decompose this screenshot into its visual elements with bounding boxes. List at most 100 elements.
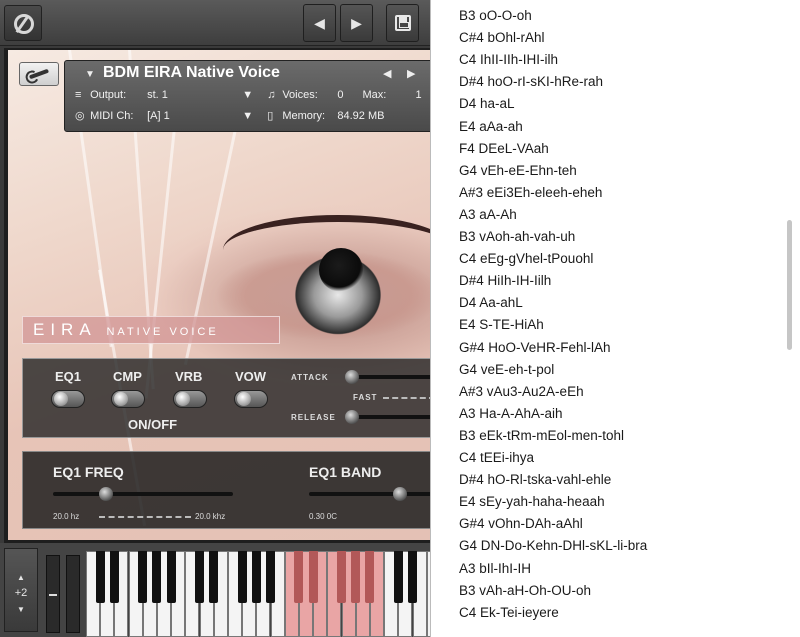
chevron-down-icon[interactable]: ▼ bbox=[85, 69, 95, 80]
midi-label: MIDI Ch: bbox=[90, 110, 134, 122]
menu-item[interactable]: B3 vAoh-ah-vah-uh bbox=[459, 229, 575, 251]
instrument-options-button[interactable] bbox=[19, 62, 59, 86]
piano-black-key[interactable] bbox=[294, 551, 304, 603]
fast-label: FAST bbox=[353, 393, 378, 402]
piano-black-key[interactable] bbox=[308, 551, 318, 603]
save-button[interactable] bbox=[386, 4, 419, 42]
menu-scrollbar[interactable] bbox=[787, 220, 792, 350]
onoff-label: ON/OFF bbox=[128, 417, 178, 432]
max-value[interactable]: 1 bbox=[416, 89, 422, 101]
eq1-freq-min: 20.0 hz bbox=[53, 512, 80, 521]
attack-slider-thumb[interactable] bbox=[345, 370, 359, 384]
eq1-freq-title: EQ1 FREQ bbox=[53, 464, 124, 480]
menu-item[interactable]: D#4 HiIh-IH-Iilh bbox=[459, 273, 551, 295]
piano-black-key[interactable] bbox=[138, 551, 148, 603]
phrase-dropdown-menu[interactable]: B3 oO-O-oh C#4 bOhl-rAhl C4 IhII-IIh-IHI-i… bbox=[430, 0, 800, 637]
output-icon: ≡ bbox=[75, 89, 82, 101]
triangle-right-icon: ▶ bbox=[351, 14, 362, 31]
keyboard-area: ▲ +2 ▼ bbox=[0, 543, 430, 637]
menu-item[interactable]: B3 eEk-tRm-mEol-men-tohl bbox=[459, 428, 624, 450]
menu-item[interactable]: D4 Aa-ahL bbox=[459, 295, 523, 317]
octave-down-icon[interactable]: ▼ bbox=[5, 605, 37, 614]
menu-item[interactable]: B3 oO-O-oh bbox=[459, 8, 532, 30]
piano-black-key[interactable] bbox=[407, 551, 417, 603]
piano-black-key[interactable] bbox=[152, 551, 162, 603]
piano-black-key[interactable] bbox=[351, 551, 361, 603]
midi-value[interactable]: [A] 1 bbox=[147, 110, 239, 122]
piano-black-key[interactable] bbox=[365, 551, 375, 603]
menu-item[interactable]: G#4 vOhn-DAh-aAhl bbox=[459, 516, 583, 538]
menu-item[interactable]: C4 eEg-gVhel-tPouohl bbox=[459, 251, 593, 273]
piano-black-key[interactable] bbox=[95, 551, 105, 603]
instrument-name[interactable]: BDM EIRA Native Voice bbox=[103, 64, 280, 82]
release-slider-thumb[interactable] bbox=[345, 410, 359, 424]
mod-wheel[interactable] bbox=[66, 555, 80, 633]
voices-value: 0 bbox=[337, 89, 344, 101]
eq1-band-slider[interactable] bbox=[309, 492, 435, 496]
menu-item[interactable]: E4 sEy-yah-haha-heaah bbox=[459, 494, 605, 516]
eq1-freq-divider bbox=[99, 516, 191, 518]
menu-item[interactable]: C4 IhII-IIh-IHI-ilh bbox=[459, 52, 558, 74]
piano-black-key[interactable] bbox=[194, 551, 204, 603]
menu-item[interactable]: E4 S-TE-HiAh bbox=[459, 317, 544, 339]
menu-item[interactable]: G#4 HoO-VeHR-Fehl-lAh bbox=[459, 340, 611, 362]
output-value[interactable]: st. 1 bbox=[147, 89, 239, 101]
output-dropdown-icon[interactable]: ▼ bbox=[242, 89, 264, 101]
memory-icon: ▯ bbox=[267, 110, 274, 122]
midi-row: ◎ MIDI Ch: [A] 1 ▼ ▯ Memory: 84.92 MB bbox=[75, 109, 384, 122]
midi-dropdown-icon[interactable]: ▼ bbox=[242, 110, 264, 122]
main-toolbar: ◀ ▶ bbox=[0, 0, 430, 46]
menu-item[interactable]: G4 DN-Do-Kehn-DHl-sKL-li-bra bbox=[459, 538, 647, 560]
menu-item[interactable]: B3 vAh-aH-Oh-OU-oh bbox=[459, 583, 591, 605]
menu-item[interactable]: G4 veE-eh-t-pol bbox=[459, 362, 554, 384]
piano-black-key[interactable] bbox=[251, 551, 261, 603]
cmp-toggle[interactable] bbox=[111, 390, 145, 408]
instrument-prev-icon[interactable]: ◀ bbox=[383, 67, 391, 80]
menu-item[interactable]: E4 aAa-ah bbox=[459, 119, 523, 141]
logo-icon bbox=[14, 14, 34, 34]
menu-item[interactable]: A#3 vAu3-Au2A-eEh bbox=[459, 384, 584, 406]
piano-black-key[interactable] bbox=[336, 551, 346, 603]
next-instrument-button[interactable]: ▶ bbox=[340, 4, 373, 42]
banner-title: EIRA bbox=[33, 320, 96, 339]
octave-shift-control[interactable]: ▲ +2 ▼ bbox=[4, 548, 38, 632]
menu-item[interactable]: C4 tEEi-ihya bbox=[459, 450, 534, 472]
piano-black-key[interactable] bbox=[209, 551, 219, 603]
octave-up-icon[interactable]: ▲ bbox=[5, 573, 37, 582]
output-label: Output: bbox=[90, 89, 127, 101]
menu-item[interactable]: C#4 bOhl-rAhl bbox=[459, 30, 545, 52]
menu-item[interactable]: D4 ha-aL bbox=[459, 96, 515, 118]
output-row: ≡ Output: st. 1 ▼ ♫ Voices: 0 Max: 1 bbox=[75, 89, 422, 101]
menu-item[interactable]: A3 aA-Ah bbox=[459, 207, 517, 229]
eq1-band-title: EQ1 BAND bbox=[309, 464, 382, 480]
kontakt-logo-button[interactable] bbox=[4, 5, 42, 41]
eq1-band-slider-thumb[interactable] bbox=[393, 487, 407, 501]
menu-item[interactable]: A3 bIl-IhI-IH bbox=[459, 561, 531, 583]
menu-item[interactable]: C4 Ek-Tei-ieyere bbox=[459, 605, 559, 627]
pitch-bend-wheel[interactable] bbox=[46, 555, 60, 633]
vrb-toggle[interactable] bbox=[173, 390, 207, 408]
eq1-freq-slider-thumb[interactable] bbox=[99, 487, 113, 501]
piano-black-key[interactable] bbox=[393, 551, 403, 603]
eq1-freq-slider[interactable] bbox=[53, 492, 233, 496]
piano-keyboard[interactable] bbox=[86, 551, 430, 637]
piano-black-key[interactable] bbox=[166, 551, 176, 603]
eq1-band-min: 0.30 0C bbox=[309, 512, 338, 521]
vow-toggle[interactable] bbox=[234, 390, 268, 408]
menu-item[interactable]: A#3 eEi3Eh-eleeh-eheh bbox=[459, 185, 602, 207]
previous-instrument-button[interactable]: ◀ bbox=[303, 4, 336, 42]
piano-black-key[interactable] bbox=[109, 551, 119, 603]
eq1-label: EQ1 bbox=[55, 369, 82, 384]
piano-black-key[interactable] bbox=[265, 551, 275, 603]
piano-black-key[interactable] bbox=[237, 551, 247, 603]
banner-subtitle: NATIVE VOICE bbox=[106, 326, 219, 338]
midi-icon: ◎ bbox=[75, 110, 85, 122]
menu-item[interactable]: G4 vEh-eE-Ehn-teh bbox=[459, 163, 577, 185]
menu-item[interactable]: D#4 hoO-rI-sKI-hRe-rah bbox=[459, 74, 603, 96]
voices-label: Voices: bbox=[282, 89, 318, 101]
menu-item[interactable]: D#4 hO-Rl-tska-vahl-ehle bbox=[459, 472, 611, 494]
instrument-next-icon[interactable]: ▶ bbox=[407, 67, 415, 80]
eq1-toggle[interactable] bbox=[51, 390, 85, 408]
menu-item[interactable]: F4 DEeL-VAah bbox=[459, 141, 549, 163]
menu-item[interactable]: A3 Ha-A-AhA-aih bbox=[459, 406, 563, 428]
